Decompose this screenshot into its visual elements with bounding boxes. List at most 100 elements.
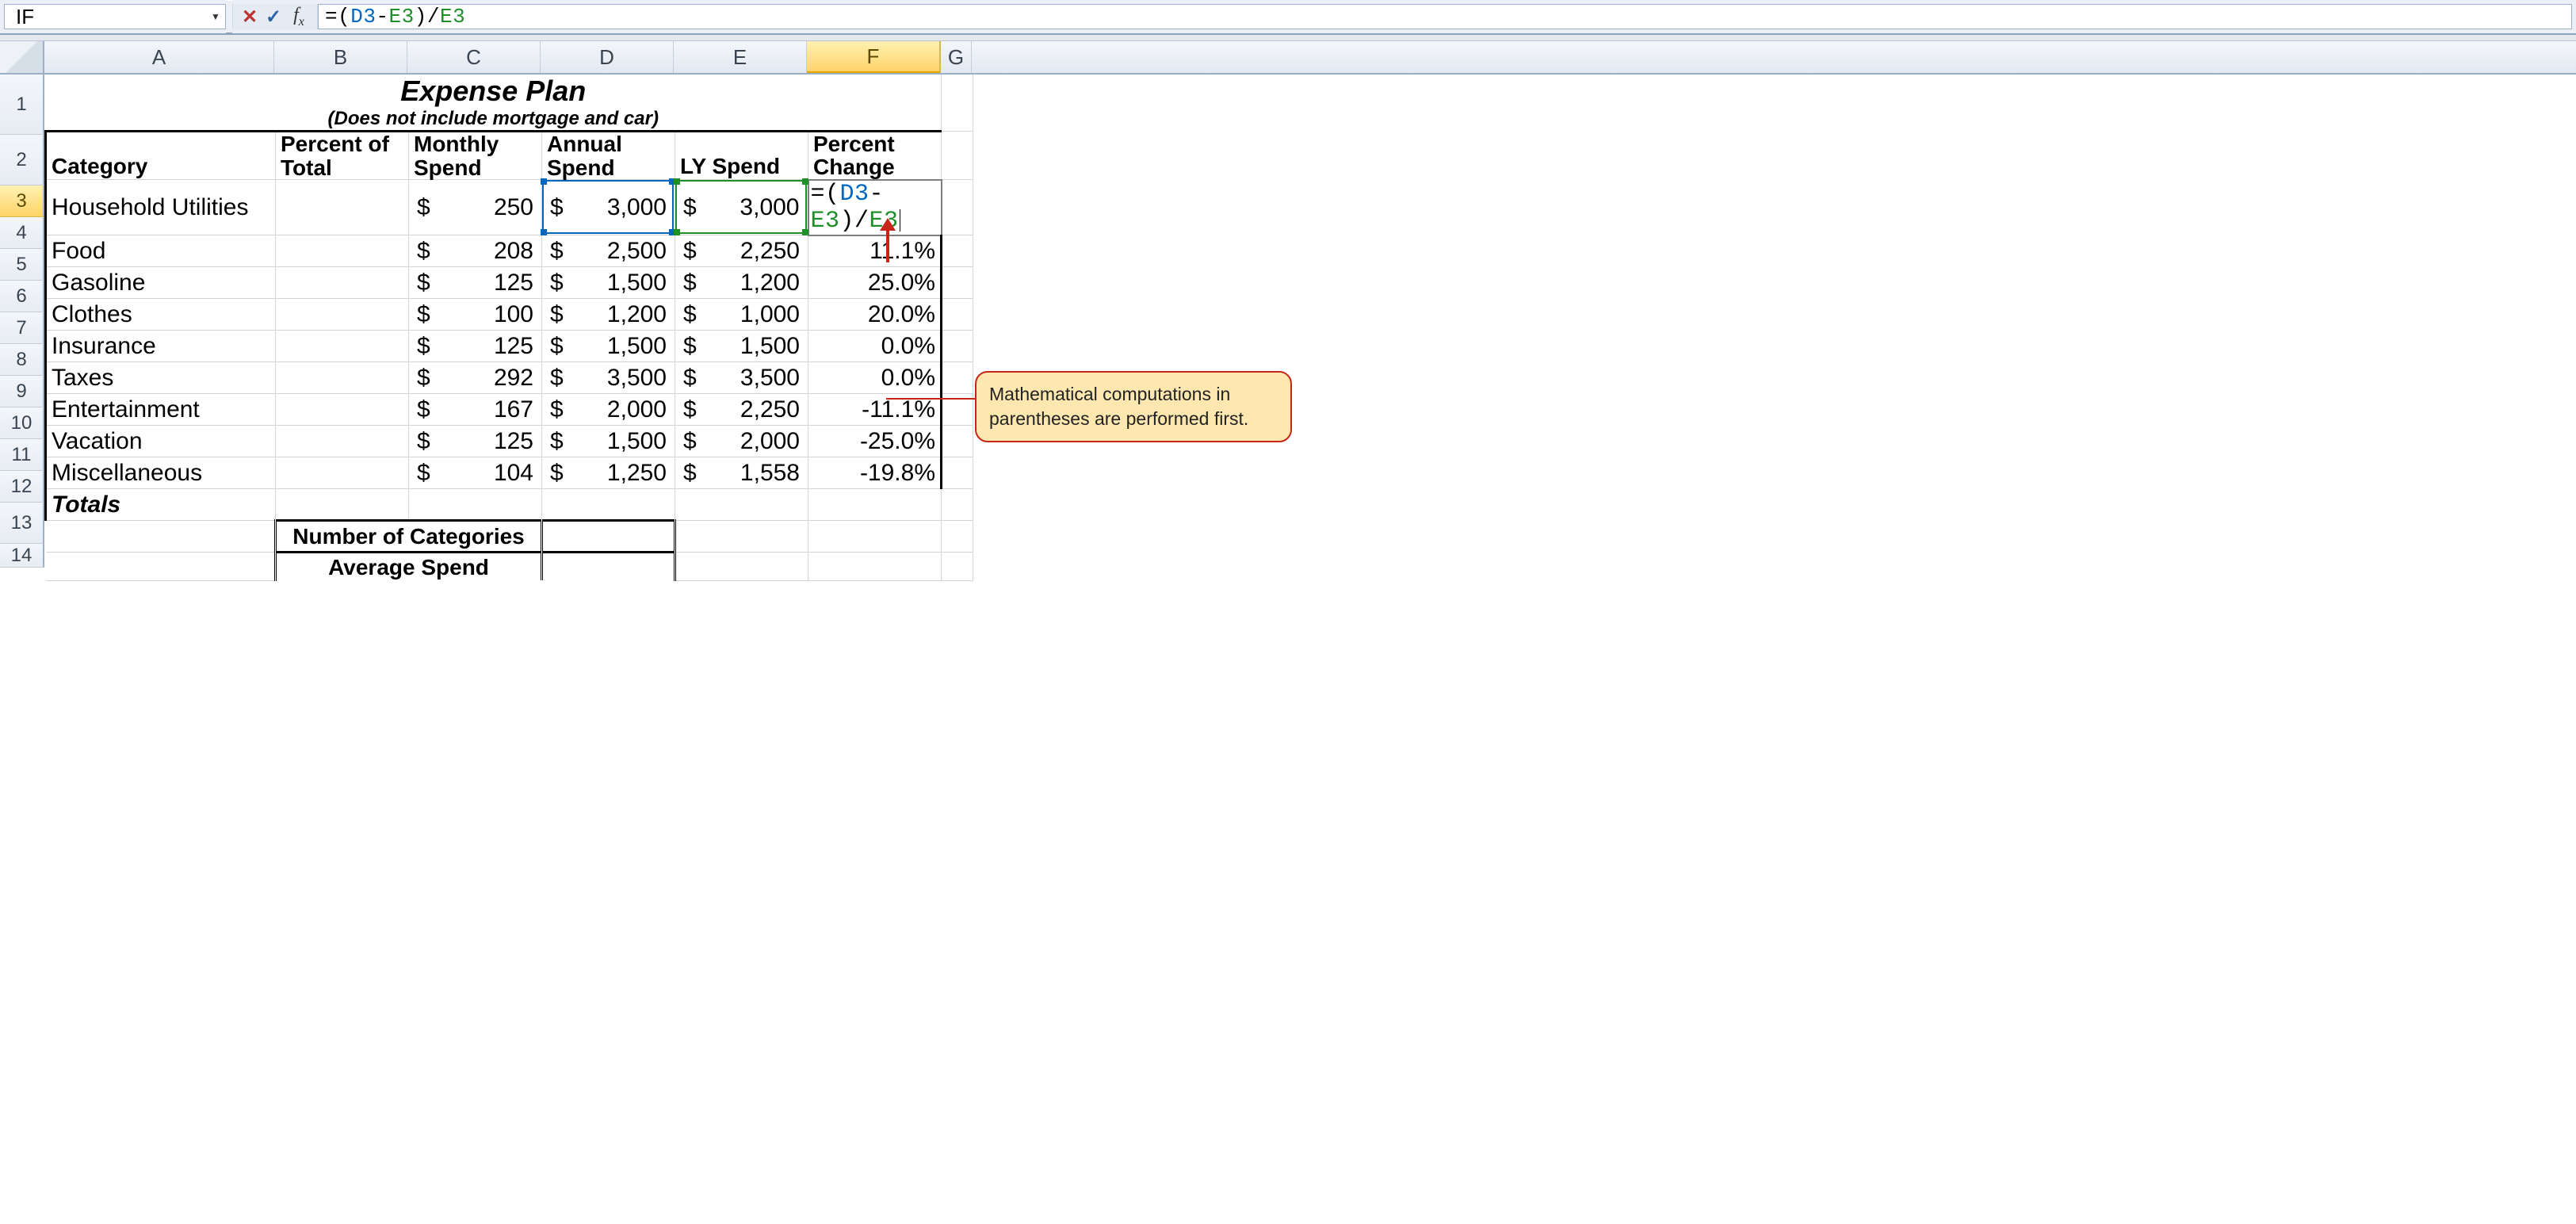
cell[interactable] [942,362,973,394]
row-header-13[interactable]: 13 [0,503,44,544]
header-percent-change[interactable]: Percent Change [808,132,942,180]
cell-percent-change[interactable]: -25.0% [808,426,942,457]
cell-ly[interactable]: $2,250 [675,394,808,426]
totals-label[interactable]: Totals [46,489,276,521]
row-header-12[interactable]: 12 [0,471,44,503]
column-header-B[interactable]: B [274,41,407,73]
cell-percent-total[interactable] [276,457,409,489]
cell[interactable] [675,489,808,521]
row-header-10[interactable]: 10 [0,407,44,439]
cell[interactable] [542,521,675,553]
cell-monthly[interactable]: $292 [409,362,542,394]
name-box-dropdown-icon[interactable]: ▼ [206,5,225,29]
column-header-G[interactable]: G [940,41,972,73]
cell-ly[interactable]: $1,200 [675,267,808,299]
column-header-C[interactable]: C [407,41,541,73]
cell-monthly[interactable]: $100 [409,299,542,331]
cell-ly[interactable]: $2,000 [675,426,808,457]
cell-monthly[interactable]: $104 [409,457,542,489]
cell-annual[interactable]: $1,250 [542,457,675,489]
cell-percent-change[interactable]: =(D3-E3)/E3 [808,180,942,235]
cell-category[interactable]: Vacation [46,426,276,457]
cancel-icon[interactable]: ✕ [238,6,262,29]
cell[interactable] [942,75,973,132]
cell-category[interactable]: Clothes [46,299,276,331]
cell-percent-change[interactable]: 25.0% [808,267,942,299]
name-box[interactable]: IF ▼ [4,4,226,29]
summary-label-num-cat[interactable]: Number of Categories [276,521,542,553]
cell-monthly[interactable]: $167 [409,394,542,426]
header-category[interactable]: Category [46,132,276,180]
row-header-11[interactable]: 11 [0,439,44,471]
cell[interactable] [942,331,973,362]
cell-monthly[interactable]: $125 [409,331,542,362]
cell[interactable] [276,489,409,521]
row-header-5[interactable]: 5 [0,249,44,281]
row-header-1[interactable]: 1 [0,75,44,135]
cell-annual[interactable]: $2,500 [542,235,675,267]
cell-ly[interactable]: $3,500 [675,362,808,394]
cell-monthly[interactable]: $250 [409,180,542,235]
cell-annual[interactable]: $2,000 [542,394,675,426]
cell-monthly[interactable]: $125 [409,267,542,299]
cell-monthly[interactable]: $208 [409,235,542,267]
title-cell[interactable]: Expense Plan (Does not include mortgage … [46,75,942,132]
cell-category[interactable]: Taxes [46,362,276,394]
header-percent-total[interactable]: Percent of Total [276,132,409,180]
cell[interactable] [808,553,942,581]
cell-category[interactable]: Gasoline [46,267,276,299]
cell-percent-change[interactable]: 0.0% [808,362,942,394]
row-header-8[interactable]: 8 [0,344,44,376]
cell[interactable] [409,489,542,521]
cell[interactable] [808,489,942,521]
cell[interactable] [942,521,973,553]
cell[interactable] [675,521,808,553]
header-monthly-spend[interactable]: Monthly Spend [409,132,542,180]
enter-icon[interactable]: ✓ [262,6,285,29]
cell-percent-change[interactable]: 0.0% [808,331,942,362]
summary-label-avg-spend[interactable]: Average Spend [276,553,542,581]
header-ly-spend[interactable]: LY Spend [675,132,808,180]
cell[interactable] [675,553,808,581]
cell-category[interactable]: Household Utilities [46,180,276,235]
cell-category[interactable]: Food [46,235,276,267]
cell-ly[interactable]: $1,000 [675,299,808,331]
header-annual-spend[interactable]: Annual Spend [542,132,675,180]
cell-percent-change[interactable]: 11.1% [808,235,942,267]
cell-category[interactable]: Insurance [46,331,276,362]
column-header-E[interactable]: E [674,41,807,73]
cell-annual[interactable]: $1,500 [542,426,675,457]
cell[interactable] [942,553,973,581]
row-header-2[interactable]: 2 [0,135,44,186]
row-header-14[interactable]: 14 [0,544,44,568]
row-header-6[interactable]: 6 [0,281,44,312]
cell-percent-total[interactable] [276,331,409,362]
select-all-corner[interactable] [0,41,44,73]
cell-annual[interactable]: $1,500 [542,267,675,299]
row-header-4[interactable]: 4 [0,217,44,249]
row-header-9[interactable]: 9 [0,376,44,407]
cell-annual[interactable]: $3,000 [542,180,675,235]
cell[interactable] [942,132,973,180]
row-header-3[interactable]: 3 [0,186,44,217]
cell[interactable] [942,267,973,299]
cell[interactable] [942,457,973,489]
cell-category[interactable]: Miscellaneous [46,457,276,489]
column-header-F[interactable]: F [807,41,940,73]
cell[interactable] [942,180,973,235]
cell-annual[interactable]: $3,500 [542,362,675,394]
cell-percent-total[interactable] [276,267,409,299]
row-header-7[interactable]: 7 [0,312,44,344]
cell-monthly[interactable]: $125 [409,426,542,457]
fx-icon[interactable]: fx [285,5,312,29]
cell-percent-change[interactable]: -19.8% [808,457,942,489]
column-header-D[interactable]: D [541,41,674,73]
cell-annual[interactable]: $1,500 [542,331,675,362]
cell-percent-total[interactable] [276,299,409,331]
cell[interactable] [942,235,973,267]
cell-percent-total[interactable] [276,362,409,394]
cell-ly[interactable]: $3,000 [675,180,808,235]
cell[interactable] [808,521,942,553]
cell-percent-total[interactable] [276,394,409,426]
cell[interactable] [542,489,675,521]
